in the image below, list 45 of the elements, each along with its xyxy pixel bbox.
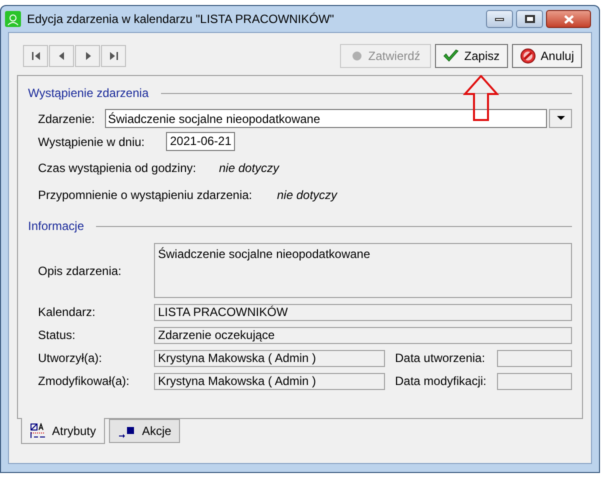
date-field[interactable]: 2021-06-21 <box>166 132 236 151</box>
cancel-button[interactable]: Anuluj <box>512 44 582 68</box>
checkmark-icon <box>443 49 460 63</box>
field-label: Przypomnienie o wystąpieniu zdarzenia: <box>38 187 254 204</box>
close-button[interactable] <box>546 10 591 28</box>
read-only-field: LISTA PRACOWNIKÓW <box>154 304 572 320</box>
field-label: Zdarzenie: <box>38 110 96 128</box>
field-label: Zmodyfikował(a): <box>38 373 130 390</box>
field-label: Data modyfikacji: <box>395 373 488 390</box>
tab[interactable]: Atrybuty <box>21 418 106 444</box>
field-label: Czas wystąpienia od godziny: <box>38 160 198 177</box>
app-icon <box>5 11 21 27</box>
field-label: Utworzył(a): <box>38 350 104 367</box>
annotation-arrow <box>463 75 499 121</box>
field-label: Wystąpienie w dniu: <box>38 134 146 150</box>
section-title: Wystąpienie zdarzenia <box>28 85 149 102</box>
event-dropdown[interactable]: Świadczenie socjalne nieopodatkowane <box>105 109 547 128</box>
read-only-field: Zdarzenie oczekujące <box>154 326 572 344</box>
read-only-field: Krystyna Makowska ( Admin ) <box>154 350 385 366</box>
navigation-button[interactable] <box>75 45 100 67</box>
maximize-button[interactable] <box>516 10 543 28</box>
read-only-field: Krystyna Makowska ( Admin ) <box>154 372 385 390</box>
field-label: Data utworzenia: <box>395 350 486 367</box>
minimize-button[interactable] <box>486 10 513 28</box>
read-only-field: Świadczenie socjalne nieopodatkowane <box>154 243 572 298</box>
navigation-button[interactable] <box>49 45 74 67</box>
navigation-button[interactable] <box>101 45 126 67</box>
tab[interactable]: Akcje <box>109 419 180 443</box>
dropdown-button[interactable] <box>549 109 572 128</box>
left-arrow-icon <box>30 50 42 62</box>
section-title: Informacje <box>28 218 84 235</box>
dot-icon <box>351 50 364 62</box>
navigation-button[interactable] <box>23 45 48 67</box>
field-label: Status: <box>38 327 76 344</box>
save-button[interactable]: Zapisz <box>435 44 508 68</box>
reminder-value: nie dotyczy <box>277 187 338 204</box>
field-label: Opis zdarzenia: <box>38 262 122 280</box>
caret-down-icon <box>556 116 564 121</box>
prohibited-icon <box>520 48 536 64</box>
right-arrow-icon <box>108 50 120 62</box>
time-value: nie dotyczy <box>219 160 280 177</box>
window-title: Edycja zdarzenia w kalendarzu "LISTA PRACOWNIKÓW" <box>27 11 334 28</box>
close-icon <box>564 14 574 24</box>
field-label: Kalendarz: <box>38 304 96 321</box>
form-icon <box>30 422 46 438</box>
